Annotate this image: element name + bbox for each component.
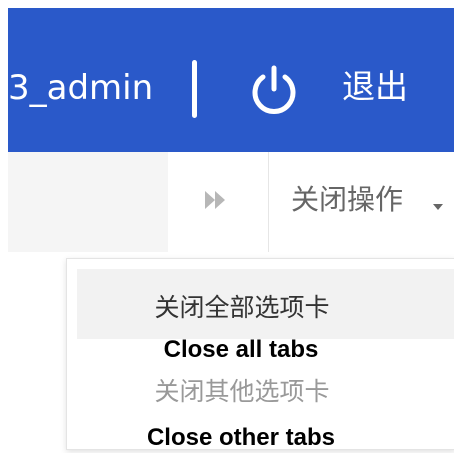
annotation-close-all-tabs: Close all tabs [163, 336, 319, 363]
close-operations-dropdown[interactable]: 关闭操作 [269, 152, 454, 252]
top-header-bar: 3_admin 退出 [8, 8, 454, 152]
header-divider [192, 60, 197, 118]
double-chevron-right-icon [205, 191, 225, 209]
menu-item-label: 关闭全部选项卡 [154, 293, 330, 322]
menu-item-label: 关闭其他选项卡 [154, 377, 330, 406]
annotation-close-other-tabs: Close other tabs [146, 424, 336, 451]
power-icon[interactable] [248, 65, 300, 117]
username-label: 3_admin [8, 68, 154, 108]
caret-down-icon [433, 204, 443, 210]
close-operations-label: 关闭操作 [291, 183, 404, 216]
tab-scroll-next-button[interactable] [168, 152, 269, 252]
tab-strip: 关闭操作 [8, 152, 454, 252]
menu-item-close-all-tabs[interactable]: 关闭全部选项卡 [77, 269, 454, 339]
logout-button[interactable]: 退出 [342, 70, 408, 103]
page: 3_admin 退出 关闭操作 关闭全部选项卡 关闭其他选项卡 Close al… [0, 0, 454, 453]
